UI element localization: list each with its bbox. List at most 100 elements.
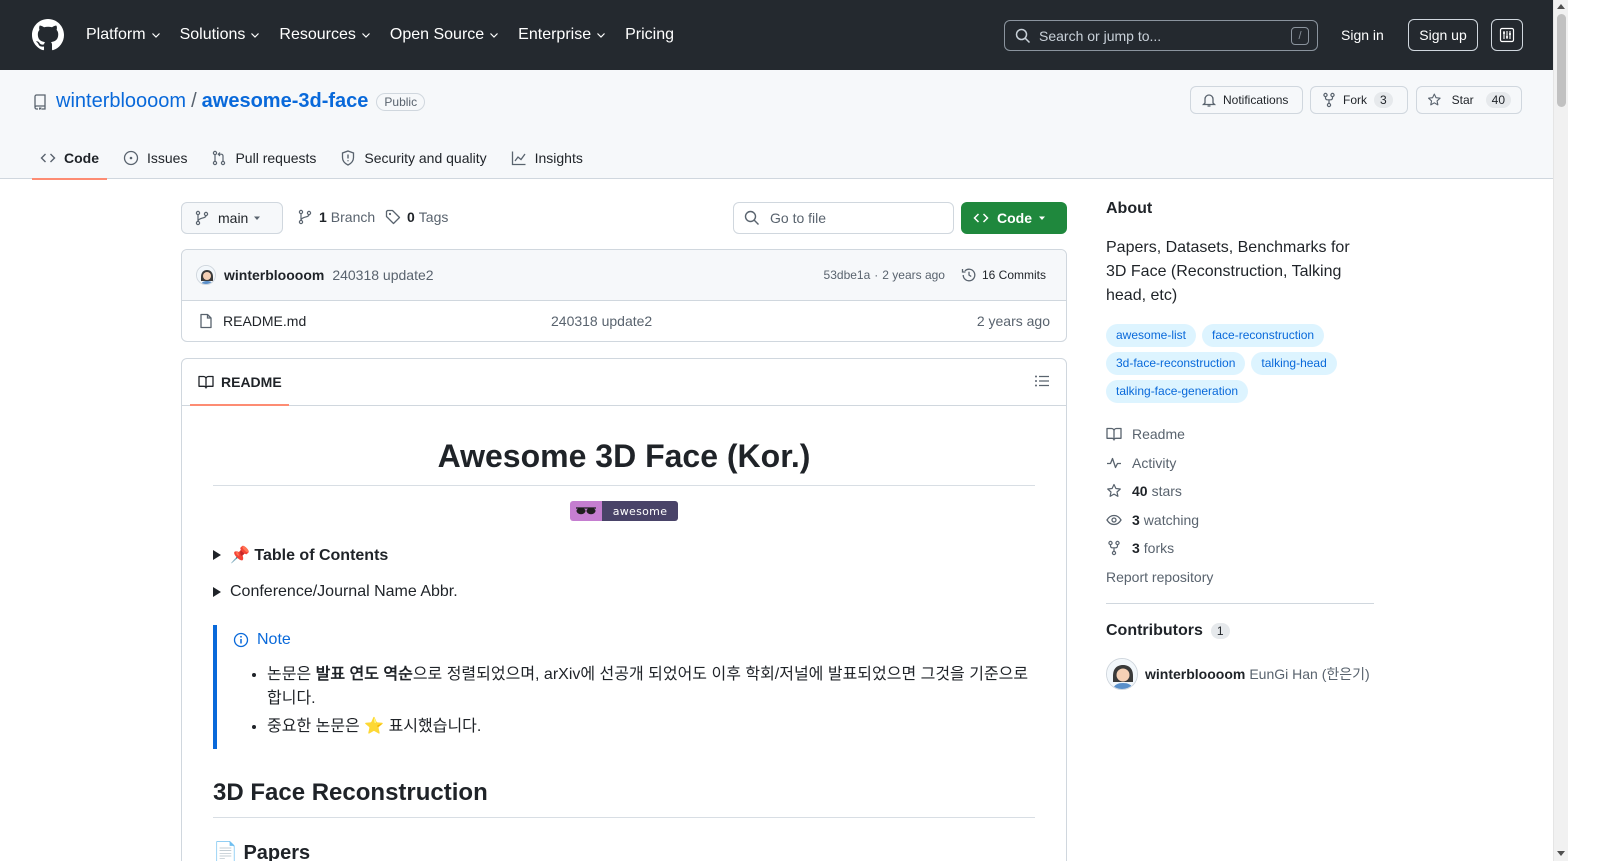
file-row[interactable]: README.md 240318 update2 2 years ago	[182, 301, 1066, 341]
notifications-button[interactable]: Notifications	[1190, 86, 1303, 114]
star-count: 40	[1485, 92, 1511, 108]
sign-up-button[interactable]: Sign up	[1408, 19, 1478, 51]
commit-message-link[interactable]: 240318 update2	[332, 267, 433, 283]
topic-tag[interactable]: 3d-face-reconstruction	[1106, 352, 1246, 375]
fork-icon	[1108, 541, 1120, 556]
repo-title-separator: /	[191, 90, 197, 112]
chevron-down-icon	[251, 33, 260, 38]
branch-select-button[interactable]: main	[181, 202, 283, 234]
fork-button[interactable]: Fork 3	[1310, 86, 1408, 114]
nav-solutions[interactable]: Solutions	[180, 26, 262, 44]
details-conference-abbr[interactable]: Conference/Journal Name Abbr.	[213, 583, 1035, 601]
subsection-heading: 📄 Papers	[213, 842, 311, 861]
branches-link[interactable]: 1 Branch	[297, 209, 375, 225]
issue-icon	[123, 150, 139, 166]
commit-meta-dot: ·	[874, 268, 879, 282]
code-download-button[interactable]: Code	[961, 202, 1067, 234]
go-to-file-input[interactable]: Go to file	[733, 202, 954, 234]
file-list: winterbloooom 240318 update2 53dbe1a · 2…	[181, 249, 1067, 342]
readme-link[interactable]: Readme	[1106, 420, 1374, 449]
book-icon	[1106, 428, 1122, 441]
scrollbar-thumb[interactable]	[1557, 14, 1566, 107]
command-palette-button[interactable]	[1491, 19, 1523, 51]
fork-count: 3	[1374, 92, 1393, 108]
nav-enterprise[interactable]: Enterprise	[518, 26, 607, 44]
fork-icon	[1323, 92, 1335, 108]
forks-link[interactable]: 3 forks	[1106, 534, 1374, 563]
activity-link[interactable]: Activity	[1106, 449, 1374, 478]
chevron-down-icon	[597, 33, 606, 38]
commit-hash-link[interactable]: 53dbe1a	[824, 268, 871, 282]
repo-name-link[interactable]: awesome-3d-face	[202, 90, 369, 113]
caret-down-icon	[1039, 216, 1045, 220]
page-scrollbar[interactable]	[1553, 0, 1568, 861]
pulse-icon	[1107, 457, 1121, 468]
about-description: Papers, Datasets, Benchmarks for 3D Face…	[1106, 239, 1350, 304]
sliders-icon	[1499, 27, 1515, 43]
tab-insights[interactable]: Insights	[503, 138, 591, 178]
book-icon	[198, 375, 214, 389]
code-icon	[973, 213, 989, 223]
repo-owner-link[interactable]: winterbloooom	[56, 90, 186, 113]
awesome-badge[interactable]: awesome	[570, 501, 678, 521]
tab-pull-requests[interactable]: Pull requests	[203, 138, 324, 178]
shield-icon	[342, 150, 355, 166]
search-icon	[1015, 28, 1031, 43]
topic-tag[interactable]: talking-head	[1251, 352, 1337, 375]
star-button[interactable]: Star 40	[1416, 86, 1522, 114]
nav-open-source[interactable]: Open Source	[390, 26, 500, 44]
list-unordered-icon	[1035, 375, 1049, 387]
file-name-link[interactable]: README.md	[223, 313, 306, 329]
contributors-heading[interactable]: Contributors	[1106, 622, 1203, 640]
nav-resources[interactable]: Resources	[279, 26, 371, 44]
git-branch-icon	[195, 210, 209, 226]
outline-button[interactable]	[1034, 373, 1050, 389]
tab-code[interactable]: Code	[32, 138, 107, 180]
tab-issues[interactable]: Issues	[115, 138, 195, 178]
code-icon	[40, 153, 56, 163]
disclosure-triangle-icon	[213, 550, 221, 560]
scroll-down-arrow-icon[interactable]	[1557, 851, 1565, 856]
visibility-badge: Public	[376, 92, 426, 111]
note-title: Note	[233, 631, 1035, 649]
github-logo-icon[interactable]	[32, 19, 64, 51]
stars-link[interactable]: 40 stars	[1106, 477, 1374, 506]
file-commit-message[interactable]: 240318 update2	[551, 313, 652, 329]
avatar[interactable]	[196, 265, 216, 285]
global-search-input[interactable]: Search or jump to... /	[1004, 20, 1318, 51]
tags-link[interactable]: 0 Tags	[385, 209, 448, 225]
watchers-link[interactable]: 3 watching	[1106, 506, 1374, 535]
list-item: 중요한 논문은 ⭐ 표시했습니다.	[267, 715, 1035, 739]
bell-icon	[1201, 94, 1217, 107]
report-repository-link[interactable]: Report repository	[1106, 569, 1374, 585]
nav-pricing[interactable]: Pricing	[625, 26, 674, 44]
commit-author-link[interactable]: winterbloooom	[224, 267, 324, 283]
commits-history-link[interactable]: 16 Commits	[961, 267, 1046, 283]
info-icon	[233, 632, 249, 648]
topic-tag[interactable]: talking-face-generation	[1106, 380, 1249, 403]
latest-commit: winterbloooom 240318 update2 53dbe1a · 2…	[182, 250, 1066, 301]
topic-tag[interactable]: face-reconstruction	[1202, 324, 1325, 347]
sign-in-link[interactable]: Sign in	[1341, 27, 1384, 43]
global-header: Platform Solutions Resources Open Source…	[0, 0, 1553, 70]
tag-icon	[385, 209, 401, 225]
file-age: 2 years ago	[976, 313, 1050, 329]
contributor-item[interactable]: winterbloooom EunGi Han (한은기)	[1106, 657, 1374, 690]
topic-list: awesome-list face-reconstruction 3d-face…	[1106, 324, 1374, 408]
repo-title: winterbloooom / awesome-3d-face Public	[32, 90, 426, 113]
git-branch-icon	[298, 209, 312, 225]
graph-icon	[511, 151, 526, 166]
avatar[interactable]	[1106, 657, 1138, 690]
scroll-up-arrow-icon[interactable]	[1557, 4, 1565, 9]
contributor-login: winterbloooom	[1145, 665, 1246, 682]
readme-header: README	[182, 359, 1066, 406]
star-icon	[1428, 93, 1441, 106]
details-table-of-contents[interactable]: 📌 Table of Contents	[213, 545, 1035, 565]
tab-security[interactable]: Security and quality	[332, 138, 494, 178]
nav-platform[interactable]: Platform	[86, 26, 162, 44]
readme-tab[interactable]: README	[190, 359, 289, 406]
star-icon	[1107, 484, 1121, 498]
search-icon	[744, 210, 759, 225]
chevron-down-icon	[151, 33, 160, 38]
topic-tag[interactable]: awesome-list	[1106, 324, 1197, 347]
